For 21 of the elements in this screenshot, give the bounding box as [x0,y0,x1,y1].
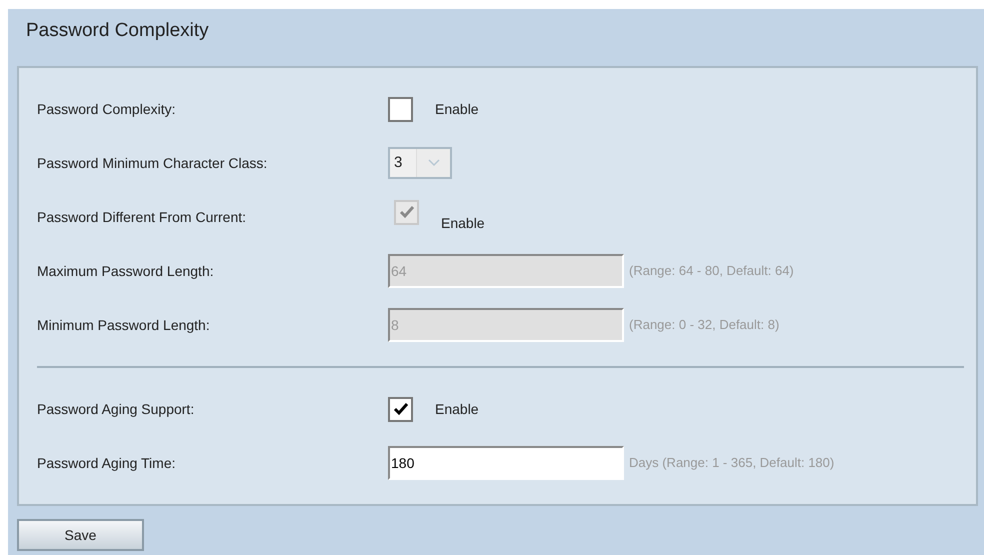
field-label: Password Aging Time: [37,454,177,473]
save-button[interactable]: Save [17,519,144,551]
chevron-down-icon [428,159,440,167]
field-label: Password Minimum Character Class: [37,154,268,172]
checkbox-label: Enable [441,214,485,232]
field-label: Minimum Password Length: [37,316,211,335]
input-field[interactable]: 180 [388,446,624,480]
hint-text: (Range: 64 - 80, Default: 64) [629,262,794,280]
checkbox-label: Enable [435,100,479,118]
checkmark-icon [398,205,414,219]
field-label: Password Aging Support: [37,400,196,419]
hint-text: (Range: 0 - 32, Default: 8) [629,316,780,334]
checkbox[interactable] [388,96,413,122]
checkbox-label: Enable [435,400,479,418]
page-title: Password Complexity [26,19,209,43]
checkbox[interactable] [388,396,413,422]
field-label: Maximum Password Length: [37,262,215,281]
field-label: Password Complexity: [37,100,176,119]
field-label: Password Different From Current: [37,208,248,226]
hint-text: Days (Range: 1 - 365, Default: 180) [629,454,834,472]
checkmark-icon [392,402,408,416]
